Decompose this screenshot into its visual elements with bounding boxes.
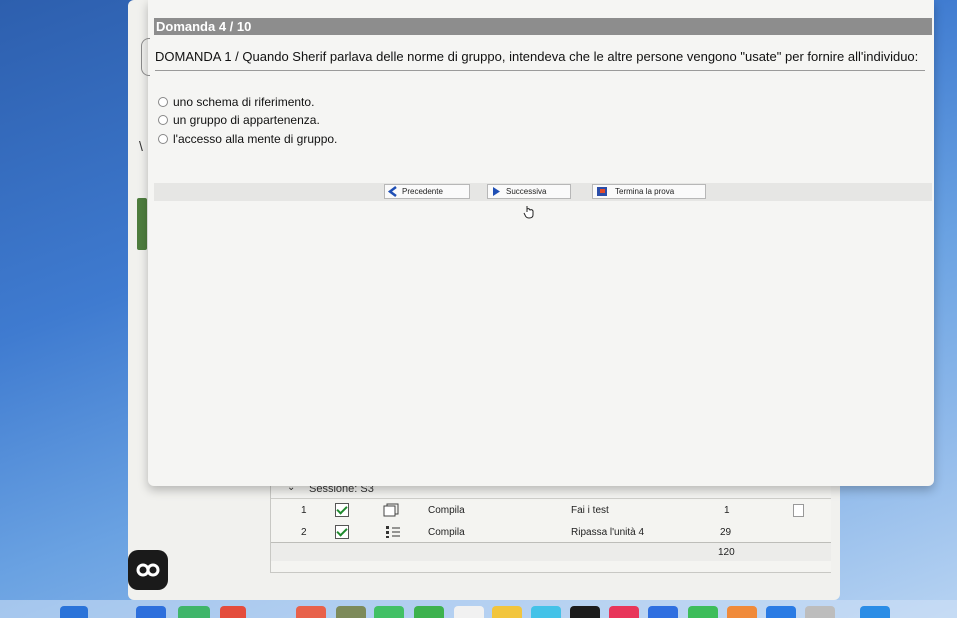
option-label: uno schema di riferimento.	[173, 95, 315, 109]
next-label: Successiva	[506, 187, 547, 196]
question-text: DOMANDA 1 / Quando Sherif parlava delle …	[155, 49, 925, 71]
dock-app-icon[interactable]	[766, 606, 796, 618]
row-action[interactable]: Compila	[428, 505, 465, 516]
app-icon[interactable]	[128, 550, 168, 590]
option-label: un gruppo di appartenenza.	[173, 113, 320, 127]
dock-app-icon[interactable]	[688, 606, 718, 618]
row-activity: Fai i test	[571, 505, 609, 516]
dock-app-icon[interactable]	[531, 606, 561, 618]
dock-app-icon[interactable]	[860, 606, 890, 618]
row-action[interactable]: Compila	[428, 527, 465, 538]
finish-test-button[interactable]: Termina la prova	[592, 184, 706, 199]
window-edge-marker	[137, 198, 147, 250]
dock-app-icon[interactable]	[570, 606, 600, 618]
edge-mark: \	[139, 138, 143, 154]
dock-app-icon[interactable]	[492, 606, 522, 618]
dock-app-icon[interactable]	[178, 606, 210, 618]
infinity-ring-icon	[136, 563, 160, 577]
flag-icon	[597, 187, 607, 196]
navigation-bar: Precedente Successiva Termina la prova	[154, 183, 932, 201]
row-number: 1	[301, 505, 307, 516]
question-counter: Domanda 4 / 10	[156, 19, 252, 34]
hand-pointer-icon	[523, 206, 534, 219]
quiz-titlebar: Domanda 4 / 10	[154, 18, 932, 35]
finish-label: Termina la prova	[615, 187, 675, 196]
dock-app-icon[interactable]	[336, 606, 366, 618]
total-row: 120	[271, 542, 831, 561]
dock-app-icon[interactable]	[727, 606, 757, 618]
next-button[interactable]: Successiva	[487, 184, 571, 199]
quiz-dialog: Domanda 4 / 10 DOMANDA 1 / Quando Sherif…	[148, 0, 934, 486]
row-count: 1	[724, 505, 730, 516]
dock-app-icon[interactable]	[296, 606, 326, 618]
play-arrow-icon	[493, 187, 500, 196]
completed-check-icon	[335, 503, 349, 517]
row-activity: Ripassa l'unità 4	[571, 527, 645, 538]
dock-app-icon[interactable]	[414, 606, 444, 618]
note-icon[interactable]	[793, 504, 804, 517]
table-row[interactable]: 1 Compila Fai i test 1	[271, 500, 831, 522]
list-icon	[386, 526, 400, 538]
dock-app-icon[interactable]	[220, 606, 246, 618]
window-edge-handle	[141, 38, 150, 76]
radio-button[interactable]	[158, 97, 168, 107]
dock-app-icon[interactable]	[60, 606, 88, 618]
radio-button[interactable]	[158, 134, 168, 144]
total-value: 120	[718, 547, 735, 558]
dock-app-icon[interactable]	[609, 606, 639, 618]
previous-button[interactable]: Precedente	[384, 184, 470, 199]
dock-app-icon[interactable]	[648, 606, 678, 618]
completed-check-icon	[335, 525, 349, 539]
chevron-left-icon	[388, 186, 397, 197]
option-label: l'accesso alla mente di gruppo.	[173, 132, 338, 146]
document-icon	[383, 503, 399, 517]
table-row[interactable]: 2 Compila Ripassa l'unità 4 29	[271, 522, 831, 544]
dock-app-icon[interactable]	[136, 606, 166, 618]
session-panel: ⌄ Sessione: S3 1 Compila Fai i test 1 2 …	[270, 480, 831, 573]
row-number: 2	[301, 527, 307, 538]
previous-label: Precedente	[402, 187, 443, 196]
radio-button[interactable]	[158, 115, 168, 125]
dock-app-icon[interactable]	[805, 606, 835, 618]
row-count: 29	[720, 527, 732, 538]
dock-app-icon[interactable]	[374, 606, 404, 618]
dock-app-icon[interactable]	[454, 606, 484, 618]
